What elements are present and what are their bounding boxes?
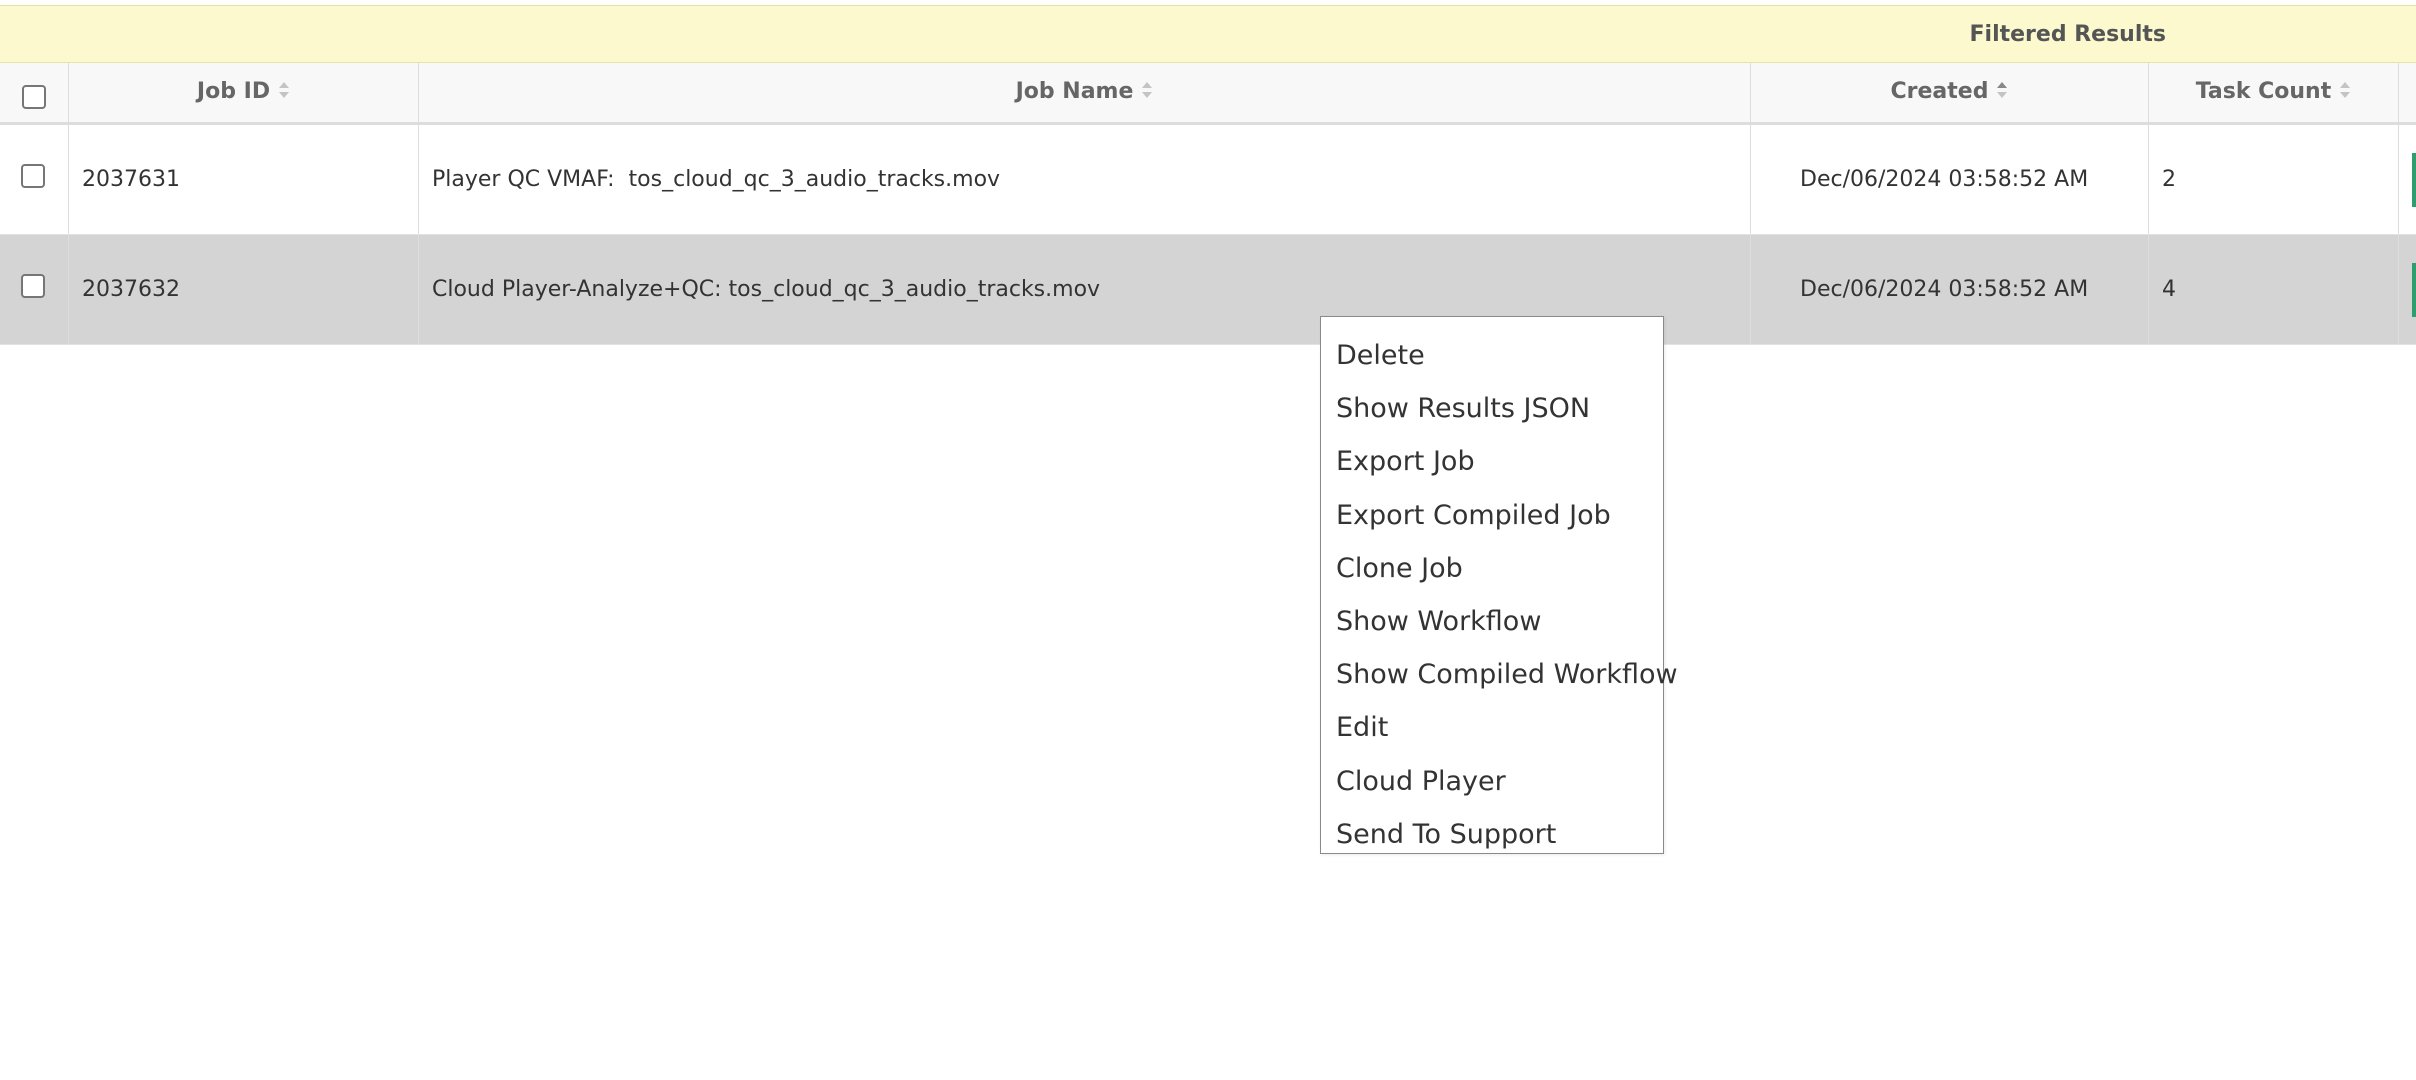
job-id-cell: 2037632 xyxy=(69,235,419,344)
menu-item-send-to-support[interactable]: Send To Support xyxy=(1321,808,1663,861)
menu-item-export-job[interactable]: Export Job xyxy=(1321,435,1663,488)
select-all-checkbox[interactable] xyxy=(22,85,46,109)
header-created[interactable]: Created xyxy=(1751,63,2149,122)
status-indicator xyxy=(2412,263,2416,317)
header-job-name[interactable]: Job Name xyxy=(419,63,1751,122)
status-indicator xyxy=(2412,153,2416,207)
sort-icon[interactable] xyxy=(1141,80,1153,100)
created-date: Dec/06/2024 03:58:52 AM xyxy=(1800,277,2089,302)
job-id: 2037632 xyxy=(82,277,180,302)
menu-item-clone-job[interactable]: Clone Job xyxy=(1321,542,1663,595)
job-name: Cloud Player-Analyze+QC: tos_cloud_qc_3_… xyxy=(432,277,1101,302)
header-select-all-cell xyxy=(0,63,69,122)
created-cell: Dec/06/2024 03:58:52 AM xyxy=(1751,125,2149,234)
created-date: Dec/06/2024 03:58:52 AM xyxy=(1800,167,2089,192)
menu-item-show-compiled-workflow[interactable]: Show Compiled Workflow xyxy=(1321,648,1678,701)
banner-title: Filtered Results xyxy=(1969,22,2167,47)
task-count: 2 xyxy=(2162,167,2176,192)
row-checkbox[interactable] xyxy=(21,164,45,188)
job-name-cell: Player QC VMAF: tos_cloud_qc_3_audio_tra… xyxy=(419,125,1751,234)
sort-icon[interactable] xyxy=(2339,80,2351,100)
menu-item-edit[interactable]: Edit xyxy=(1321,701,1663,754)
header-task-count[interactable]: Task Count xyxy=(2149,63,2399,122)
task-count: 4 xyxy=(2162,277,2176,302)
header-task-count-label: Task Count xyxy=(2195,79,2332,104)
table-row[interactable]: 2037631 Player QC VMAF: tos_cloud_qc_3_a… xyxy=(0,125,2416,235)
created-cell: Dec/06/2024 03:58:52 AM xyxy=(1751,235,2149,344)
header-job-name-label: Job Name xyxy=(1015,79,1134,104)
sort-icon[interactable] xyxy=(278,80,290,100)
row-checkbox[interactable] xyxy=(21,274,45,298)
menu-item-show-results-json[interactable]: Show Results JSON xyxy=(1321,382,1663,435)
header-job-id-label: Job ID xyxy=(196,79,271,104)
row-select-cell xyxy=(0,235,69,344)
sort-ascending-icon[interactable] xyxy=(1996,80,2008,100)
table-row[interactable]: 2037632 Cloud Player-Analyze+QC: tos_clo… xyxy=(0,235,2416,345)
header-job-id[interactable]: Job ID xyxy=(69,63,419,122)
table-header-row: Job ID Job Name Created Task Count xyxy=(0,63,2416,125)
header-created-label: Created xyxy=(1890,79,1989,104)
job-name: Player QC VMAF: tos_cloud_qc_3_audio_tra… xyxy=(432,167,1001,192)
menu-item-cloud-player[interactable]: Cloud Player xyxy=(1321,755,1663,808)
menu-item-export-compiled-job[interactable]: Export Compiled Job xyxy=(1321,489,1663,542)
job-id: 2037631 xyxy=(82,167,180,192)
row-select-cell xyxy=(0,125,69,234)
filtered-results-banner: Filtered Results xyxy=(0,5,2416,63)
job-id-cell: 2037631 xyxy=(69,125,419,234)
menu-item-show-workflow[interactable]: Show Workflow xyxy=(1321,595,1663,648)
menu-item-delete[interactable]: Delete xyxy=(1321,329,1663,382)
task-count-cell: 4 xyxy=(2149,235,2399,344)
job-context-menu: Delete Show Results JSON Export Job Expo… xyxy=(1320,316,1678,854)
task-count-cell: 2 xyxy=(2149,125,2399,234)
